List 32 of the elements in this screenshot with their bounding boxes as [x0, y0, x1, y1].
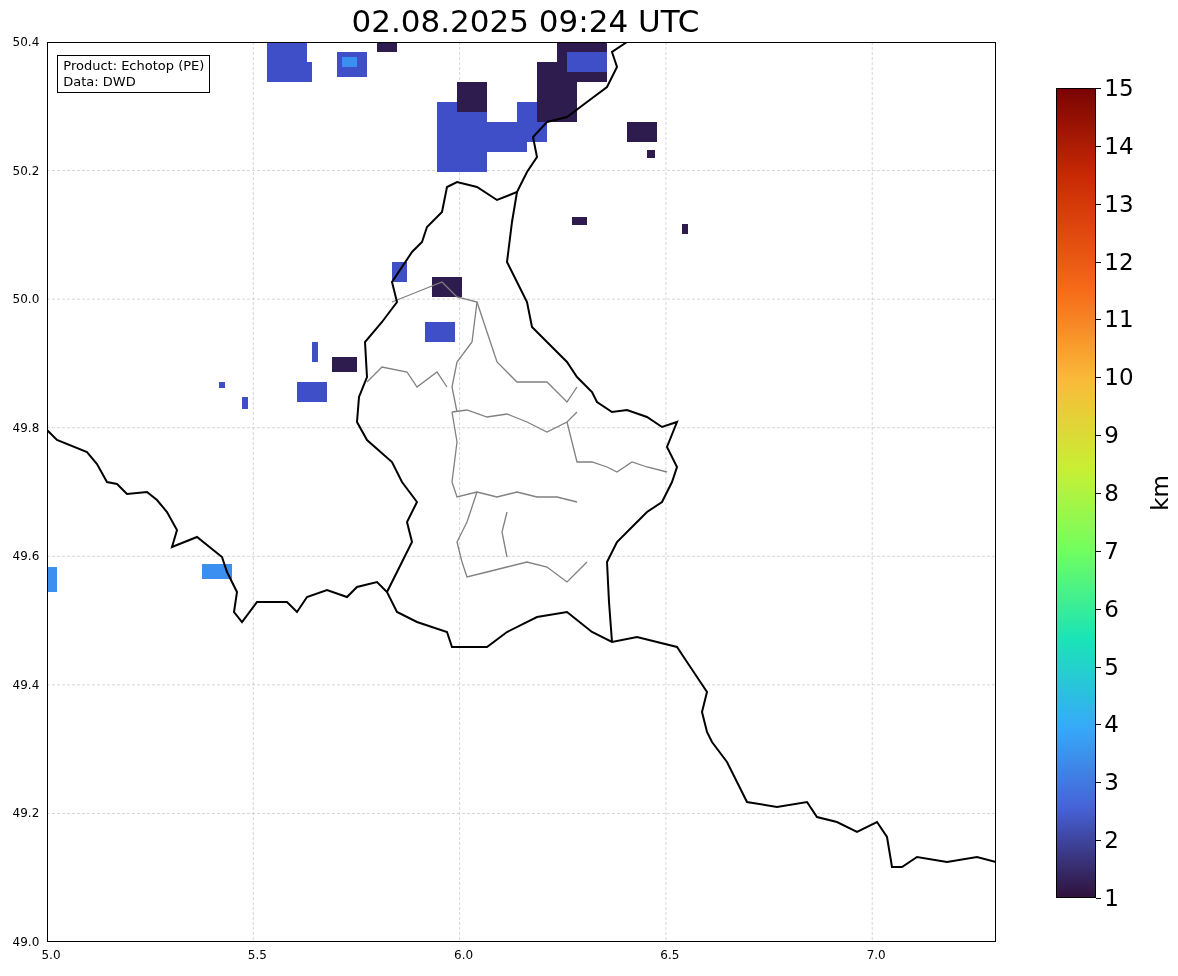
x-tick-label: 5.0	[41, 948, 61, 962]
x-tick-label: 6.5	[660, 948, 680, 962]
info-text: Product: Echotop (PE)	[63, 58, 205, 74]
y-tick-label: 50.0	[12, 292, 40, 307]
y-tick-label: 49.4	[12, 677, 40, 692]
colorbar-tick-label: 7	[1104, 537, 1119, 564]
colorbar-tick-label: 13	[1104, 190, 1134, 217]
colorbar-tick-label: 6	[1104, 595, 1119, 622]
x-tick-label: 6.0	[454, 948, 474, 962]
colorbar-tick-label: 4	[1104, 711, 1119, 738]
y-tick-label: 49.0	[12, 935, 40, 949]
info-text: Data: DWD	[63, 74, 137, 90]
colorbar-tick-label: 3	[1104, 769, 1119, 796]
y-tick-label: 49.6	[12, 549, 40, 564]
colorbar-tick-label: 8	[1104, 480, 1119, 506]
y-tick-label: 50.4	[12, 35, 40, 49]
colorbar-tick-label: 5	[1104, 653, 1119, 680]
colorbar-label: km	[1147, 475, 1174, 511]
y-tick-label: 49.8	[12, 420, 40, 435]
x-tick-label: 7.0	[866, 948, 886, 962]
colorbar-tick-label: 1	[1104, 885, 1119, 911]
colorbar-tick-label: 15	[1104, 75, 1134, 101]
colorbar-tick-label: 2	[1104, 827, 1119, 854]
colorbar-tick-label: 10	[1104, 364, 1134, 391]
colorbar-tick-label: 9	[1104, 422, 1119, 449]
chart-title: 02.08.2025 09:24 UTC	[351, 2, 700, 40]
y-tick-label: 50.2	[12, 163, 40, 178]
colorbar-tick-label: 14	[1104, 132, 1134, 159]
colorbar-tick-label: 12	[1104, 248, 1134, 275]
x-tick-label: 5.5	[247, 948, 267, 962]
colorbar-tick-label: 11	[1104, 306, 1134, 333]
y-tick-label: 49.2	[12, 806, 40, 821]
